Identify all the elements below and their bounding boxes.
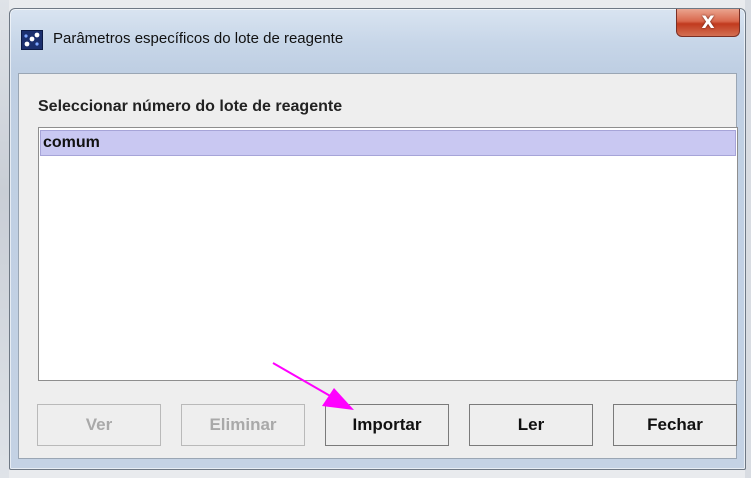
pointer-arrow-icon	[272, 362, 354, 410]
close-icon: X	[701, 12, 715, 33]
window-title: Parâmetros específicos do lote de reagen…	[53, 30, 344, 47]
app-dots-icon	[21, 30, 43, 50]
ler-button[interactable]: Ler	[469, 404, 593, 446]
lot-listbox[interactable]: comum	[38, 127, 738, 381]
ver-button[interactable]: Ver	[37, 404, 161, 446]
dialog-window: Parâmetros específicos do lote de reagen…	[9, 8, 746, 470]
close-button[interactable]: X	[676, 9, 740, 37]
fechar-button[interactable]: Fechar	[613, 404, 737, 446]
list-item[interactable]: comum	[40, 130, 736, 156]
lot-list-label: Seleccionar número do lote de reagente	[38, 98, 343, 115]
title-bar[interactable]: Parâmetros específicos do lote de reagen…	[10, 9, 745, 67]
dialog-content: Seleccionar número do lote de reagente c…	[18, 73, 738, 459]
background-strip-left	[0, 0, 9, 478]
